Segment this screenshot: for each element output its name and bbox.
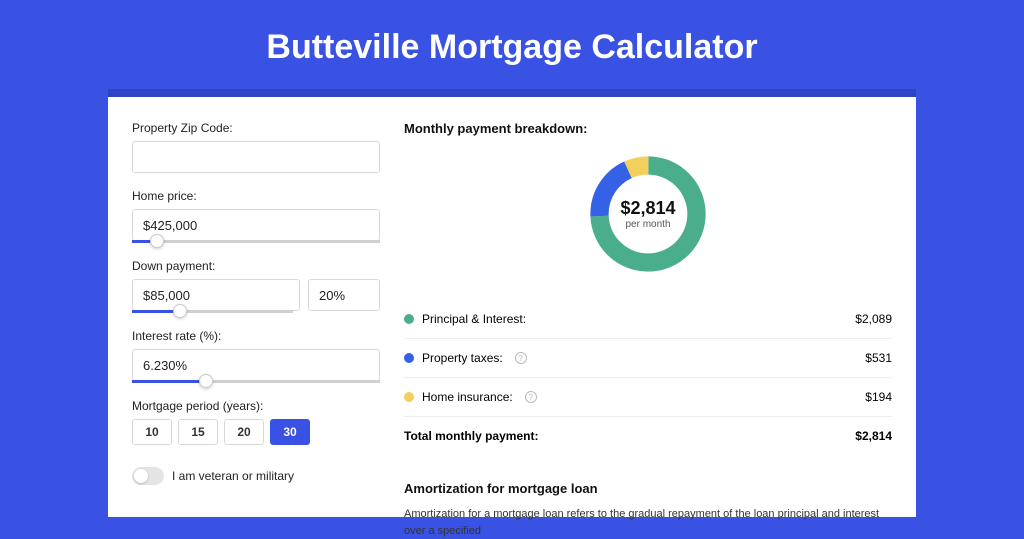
info-icon[interactable]: ? (515, 352, 527, 364)
donut-amount: $2,814 (620, 198, 675, 219)
inputs-panel: Property Zip Code: Home price: Down paym… (132, 121, 380, 517)
page-title: Butteville Mortgage Calculator (0, 0, 1024, 89)
interest-field-block: Interest rate (%): (132, 329, 380, 383)
legend-value: $531 (865, 351, 892, 365)
legend-label: Property taxes: (422, 351, 503, 365)
amortization-heading: Amortization for mortgage loan (404, 481, 892, 496)
donut-chart: $2,814 per month (584, 150, 712, 278)
interest-slider[interactable] (132, 380, 380, 383)
period-label: Mortgage period (years): (132, 399, 380, 413)
interest-label: Interest rate (%): (132, 329, 380, 343)
legend-dot (404, 392, 414, 402)
veteran-label: I am veteran or military (172, 469, 294, 483)
legend-row: Property taxes:? $531 (404, 339, 892, 378)
down-payment-pct-input[interactable] (308, 279, 380, 311)
down-payment-input[interactable] (132, 279, 300, 311)
donut-center: $2,814 per month (620, 198, 675, 230)
home-price-input[interactable] (132, 209, 380, 241)
card-shadow: Property Zip Code: Home price: Down paym… (108, 89, 916, 509)
donut-sub: per month (620, 219, 675, 230)
period-field-block: Mortgage period (years): 10152030 (132, 399, 380, 445)
legend-total-row: Total monthly payment: $2,814 (404, 417, 892, 455)
home-price-slider[interactable] (132, 240, 380, 243)
donut-chart-wrap: $2,814 per month (404, 150, 892, 278)
legend-value: $194 (865, 390, 892, 404)
legend-dot (404, 353, 414, 363)
down-payment-slider-thumb[interactable] (173, 304, 187, 318)
down-payment-label: Down payment: (132, 259, 380, 273)
legend-total-label: Total monthly payment: (404, 429, 538, 443)
home-price-slider-thumb[interactable] (150, 234, 164, 248)
calculator-card: Property Zip Code: Home price: Down paym… (108, 97, 916, 517)
down-payment-slider[interactable] (132, 310, 293, 313)
period-btn-20[interactable]: 20 (224, 419, 264, 445)
interest-input[interactable] (132, 349, 380, 381)
period-btn-10[interactable]: 10 (132, 419, 172, 445)
breakdown-panel: Monthly payment breakdown: $2,814 per mo… (404, 121, 892, 517)
home-price-field-block: Home price: (132, 189, 380, 243)
breakdown-heading: Monthly payment breakdown: (404, 121, 892, 136)
amortization-text: Amortization for a mortgage loan refers … (404, 506, 892, 539)
period-options: 10152030 (132, 419, 380, 445)
veteran-toggle-knob (134, 469, 148, 483)
period-btn-15[interactable]: 15 (178, 419, 218, 445)
legend-list: Principal & Interest: $2,089 Property taxe… (404, 300, 892, 417)
zip-label: Property Zip Code: (132, 121, 380, 135)
zip-input[interactable] (132, 141, 380, 173)
home-price-label: Home price: (132, 189, 380, 203)
legend-row: Home insurance:? $194 (404, 378, 892, 417)
zip-field-block: Property Zip Code: (132, 121, 380, 173)
info-icon[interactable]: ? (525, 391, 537, 403)
veteran-row: I am veteran or military (132, 467, 380, 485)
down-payment-field-block: Down payment: (132, 259, 380, 313)
period-btn-30[interactable]: 30 (270, 419, 310, 445)
legend-label: Home insurance: (422, 390, 513, 404)
legend-row: Principal & Interest: $2,089 (404, 300, 892, 339)
legend-dot (404, 314, 414, 324)
veteran-toggle[interactable] (132, 467, 164, 485)
legend-label: Principal & Interest: (422, 312, 526, 326)
legend-total-value: $2,814 (855, 429, 892, 443)
interest-slider-thumb[interactable] (199, 374, 213, 388)
legend-value: $2,089 (855, 312, 892, 326)
